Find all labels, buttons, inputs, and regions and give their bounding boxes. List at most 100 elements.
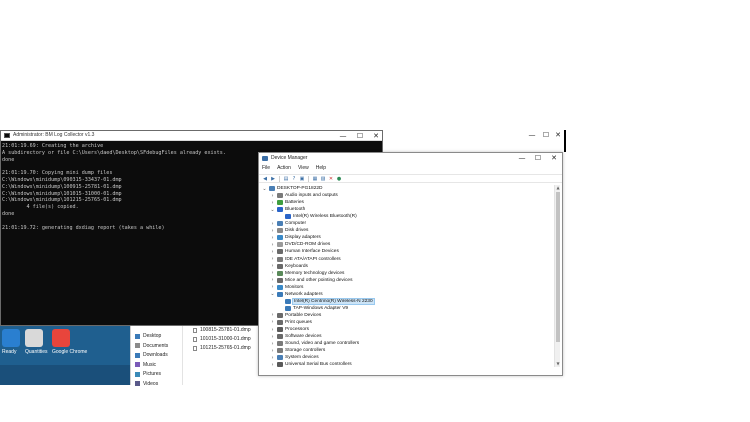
device-tree-item[interactable]: › IDE ATA/ATAPI controllers xyxy=(270,256,341,263)
device-tree-label: DVD/CD-ROM drives xyxy=(285,242,331,248)
bg-minimize-button[interactable]: — xyxy=(525,130,539,140)
console-close-button[interactable]: ✕ xyxy=(369,131,383,141)
console-line: 21:01:19.69: Creating the archive xyxy=(2,143,104,149)
device-tree-item[interactable]: › Memory technology devices xyxy=(270,270,345,277)
menu-file[interactable]: File xyxy=(262,165,270,173)
back-arrow-icon[interactable]: ◀ xyxy=(262,176,268,182)
expand-chevron-icon[interactable]: › xyxy=(270,319,275,325)
device-tree[interactable]: ⌄ DESKTOP-PG1822D › Audio inputs and output… xyxy=(260,185,553,367)
enable-device-icon[interactable]: ● xyxy=(336,176,342,182)
collapse-chevron-icon[interactable]: ⌄ xyxy=(270,207,275,213)
expand-chevron-icon[interactable]: › xyxy=(270,355,275,361)
device-tree-item[interactable]: › Software devices xyxy=(270,333,322,340)
device-tree-scrollbar[interactable]: ▲ ▼ xyxy=(554,185,560,367)
scan-hardware-icon[interactable]: ▦ xyxy=(312,176,318,182)
explorer-nav-item[interactable]: Videos xyxy=(135,381,158,387)
expand-chevron-icon[interactable]: › xyxy=(270,263,275,269)
expand-chevron-icon[interactable]: › xyxy=(270,235,275,241)
device-tree-item[interactable]: › Sound, video and game controllers xyxy=(270,340,360,347)
menu-action[interactable]: Action xyxy=(277,165,291,173)
device-tree-item[interactable]: Intel(R) Centrino(R) Wireless-N 2230 xyxy=(278,297,375,305)
device-tree-item[interactable]: › Storage controllers xyxy=(270,347,326,354)
scroll-up-icon[interactable]: ▲ xyxy=(555,185,561,191)
network-icon xyxy=(285,298,291,304)
expand-chevron-icon[interactable]: › xyxy=(270,242,275,248)
expand-chevron-icon[interactable]: › xyxy=(270,284,275,290)
menu-view[interactable]: View xyxy=(298,165,309,173)
dm-maximize-button[interactable]: ☐ xyxy=(531,153,545,163)
forward-arrow-icon[interactable]: ▶ xyxy=(270,176,276,182)
device-tree-item[interactable]: ⌄ Network adapters xyxy=(270,291,322,298)
device-tree-item[interactable]: › System devices xyxy=(270,354,319,361)
help-icon[interactable]: ? xyxy=(291,176,297,182)
device-manager-window[interactable]: Device Manager — ☐ ✕ File Action View Help … xyxy=(258,152,563,376)
dm-minimize-button[interactable]: — xyxy=(515,153,529,163)
device-tree-label: IDE ATA/ATAPI controllers xyxy=(285,256,341,262)
explorer-nav-item[interactable]: Pictures xyxy=(135,371,161,377)
device-tree-item[interactable]: ⌄ Bluetooth xyxy=(270,206,305,213)
expand-chevron-icon[interactable]: › xyxy=(270,348,275,354)
expand-chevron-icon[interactable]: › xyxy=(270,249,275,255)
disable-device-icon[interactable]: ▨ xyxy=(320,176,326,182)
update-driver-icon[interactable]: ▣ xyxy=(299,176,305,182)
expand-chevron-icon[interactable]: › xyxy=(270,256,275,262)
device-tree-item[interactable]: › Print queues xyxy=(270,319,312,326)
scrollbar-thumb[interactable] xyxy=(556,192,560,342)
desktop-shortcut-icon[interactable] xyxy=(52,329,70,347)
desktop-shortcut-icon[interactable] xyxy=(25,329,43,347)
expand-chevron-icon[interactable]: › xyxy=(270,312,275,318)
explorer-nav-item[interactable]: Documents xyxy=(135,343,168,349)
file-name: 100815-25781-01.dmp xyxy=(200,327,251,333)
expand-chevron-icon[interactable]: › xyxy=(270,327,275,333)
device-manager-titlebar[interactable]: Device Manager — ☐ ✕ xyxy=(259,153,562,164)
menu-help[interactable]: Help xyxy=(316,165,326,173)
file-list-item[interactable]: 101215-25765-01.dmp xyxy=(193,345,251,351)
expand-chevron-icon[interactable]: › xyxy=(270,277,275,283)
expand-chevron-icon[interactable]: › xyxy=(270,200,275,206)
device-tree-item[interactable]: › Audio inputs and outputs xyxy=(270,192,338,199)
device-tree-label: Keyboards xyxy=(285,263,308,269)
expand-chevron-icon[interactable]: › xyxy=(270,270,275,276)
expand-chevron-icon[interactable]: › xyxy=(270,193,275,199)
device-tree-item[interactable]: › Mice and other pointing devices xyxy=(270,277,353,284)
device-tree-item[interactable]: › Human Interface Devices xyxy=(270,248,339,255)
expand-chevron-icon[interactable]: › xyxy=(270,221,275,227)
explorer-nav-item[interactable]: Desktop xyxy=(135,333,161,339)
desktop-shortcut-icon[interactable] xyxy=(2,329,20,347)
device-tree-item[interactable]: ⌄ DESKTOP-PG1822D xyxy=(262,185,322,192)
device-tree-item[interactable]: › Keyboards xyxy=(270,263,308,270)
device-tree-item[interactable]: › Portable Devices xyxy=(270,312,322,319)
explorer-nav-item[interactable]: Downloads xyxy=(135,352,168,358)
explorer-nav-label: Documents xyxy=(143,342,169,349)
dm-close-button[interactable]: ✕ xyxy=(547,153,561,163)
collapse-chevron-icon[interactable]: ⌄ xyxy=(270,291,275,297)
device-tree-item[interactable]: › Batteries xyxy=(270,199,304,206)
file-list-item[interactable]: 100815-25781-01.dmp xyxy=(193,327,251,333)
device-tree-item[interactable]: › Monitors xyxy=(270,284,304,291)
expand-chevron-icon[interactable]: › xyxy=(270,341,275,347)
collapse-chevron-icon[interactable]: ⌄ xyxy=(262,186,267,192)
console-titlebar[interactable]: Administrator: BM Log Collector v1.3 — ☐… xyxy=(1,131,382,141)
device-tree-item[interactable]: TAP-Windows Adapter V9 xyxy=(278,305,348,312)
scroll-down-icon[interactable]: ▼ xyxy=(555,361,561,367)
device-tree-item[interactable]: › Display adapters xyxy=(270,234,321,241)
uninstall-device-icon[interactable]: ✕ xyxy=(328,176,334,182)
device-tree-item[interactable]: › Computer xyxy=(270,220,307,227)
bg-close-button[interactable]: ✕ xyxy=(551,130,565,140)
device-tree-label: Universal Serial Bus controllers xyxy=(285,362,352,367)
device-tree-item[interactable]: Intel(R) Wireless Bluetooth(R) xyxy=(278,213,357,220)
explorer-nav-item[interactable]: Music xyxy=(135,362,156,368)
device-tree-item[interactable]: › DVD/CD-ROM drives xyxy=(270,241,331,248)
console-minimize-button[interactable]: — xyxy=(336,131,350,141)
expand-chevron-icon[interactable]: › xyxy=(270,334,275,340)
screen: Ready Quantities Google Chrome Desktop Docu… xyxy=(0,0,750,422)
expand-chevron-icon[interactable]: › xyxy=(270,228,275,234)
properties-icon[interactable]: ▤ xyxy=(283,176,289,182)
console-maximize-button[interactable]: ☐ xyxy=(353,131,367,141)
file-name: 101015-31000-01.dmp xyxy=(200,336,251,342)
device-tree-item[interactable]: › Disk drives xyxy=(270,227,309,234)
expand-chevron-icon[interactable]: › xyxy=(270,362,275,367)
file-list-item[interactable]: 101015-31000-01.dmp xyxy=(193,336,251,342)
device-tree-item[interactable]: › Processors xyxy=(270,326,310,333)
device-tree-item[interactable]: › Universal Serial Bus controllers xyxy=(270,361,352,367)
